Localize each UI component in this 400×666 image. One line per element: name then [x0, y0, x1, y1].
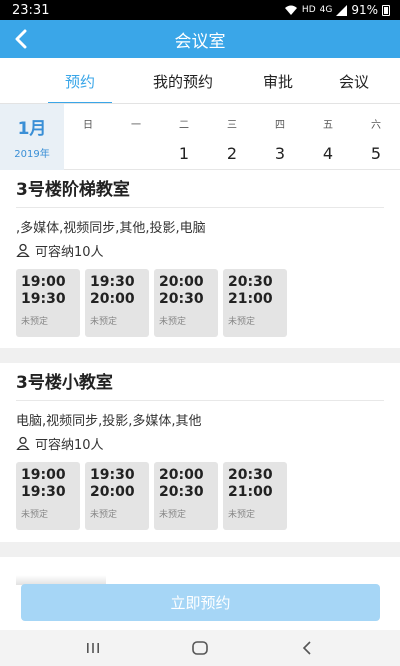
tab-booking[interactable]: 预约 — [48, 58, 112, 103]
home-icon — [192, 641, 208, 655]
tab-bar: 预约 我的预约 审批 会议 — [0, 58, 400, 104]
person-icon — [16, 436, 30, 450]
time-slot[interactable]: 20:00 20:30 未预定 — [154, 462, 218, 530]
wifi-icon — [284, 5, 297, 15]
system-nav-bar — [0, 630, 400, 666]
time-slot[interactable]: 20:30 21:00 未预定 — [223, 269, 287, 337]
room-capacity: 可容纳10人 — [16, 434, 384, 453]
room-card: 3号楼阶梯教室 ,多媒体,视频同步,其他,投影,电脑 可容纳10人 19:00 1… — [0, 170, 400, 348]
person-icon — [16, 243, 30, 257]
week-days: 日 一 二1 三2 四3 五4 六5 — [64, 104, 400, 169]
chevron-left-icon — [302, 641, 311, 655]
recent-apps-button[interactable] — [73, 633, 113, 663]
back-nav-button[interactable] — [287, 633, 327, 663]
tab-meetings[interactable]: 会议 — [339, 58, 400, 103]
time-slot[interactable]: 19:00 19:30 未预定 — [16, 269, 80, 337]
day-cell[interactable]: 一 — [112, 104, 160, 169]
time-slots: 19:00 19:30 未预定 19:30 20:00 未预定 20:00 20:30 未预… — [16, 269, 384, 337]
app-bar: 会议室 — [0, 20, 400, 58]
day-cell[interactable]: 三2 — [208, 104, 256, 169]
room-name: 3号楼小教室 — [16, 363, 384, 401]
day-cell[interactable]: 四3 — [256, 104, 304, 169]
book-now-button[interactable]: 立即预约 — [21, 584, 380, 621]
back-button[interactable] — [6, 24, 36, 54]
home-button[interactable] — [180, 633, 220, 663]
chevron-left-icon — [15, 29, 27, 49]
time-slot[interactable]: 20:00 20:30 未预定 — [154, 269, 218, 337]
page-title: 会议室 — [174, 31, 226, 52]
day-cell[interactable]: 日 — [64, 104, 112, 169]
room-capacity: 可容纳10人 — [16, 241, 384, 260]
room-facilities: 电脑,视频同步,投影,多媒体,其他 — [16, 414, 202, 429]
battery-percent: 91% — [351, 3, 378, 17]
time-slot[interactable]: 19:30 20:00 未预定 — [85, 269, 149, 337]
time-slots: 19:00 19:30 未预定 19:30 20:00 未预定 20:00 20:30 未预… — [16, 462, 384, 530]
day-cell[interactable]: 六5 — [352, 104, 400, 169]
status-bar: 23:31 HD 4G 91% — [0, 0, 400, 20]
room-name: 3号楼阶梯教室 — [16, 170, 384, 208]
recent-apps-icon — [87, 643, 100, 653]
signal-icon — [336, 4, 348, 16]
battery-icon — [382, 4, 390, 16]
network-hd-label: HD — [301, 5, 316, 15]
room-facilities: ,多媒体,视频同步,其他,投影,电脑 — [16, 221, 206, 236]
date-picker: 1月 2019年 日 一 二1 三2 四3 五4 六5 — [0, 104, 400, 170]
month-selector[interactable]: 1月 2019年 — [0, 104, 64, 170]
year-label: 2019年 — [14, 149, 50, 160]
status-icons: HD 4G 91% — [284, 3, 390, 17]
tab-my-bookings[interactable]: 我的预约 — [127, 58, 239, 103]
time-slot[interactable]: 19:30 20:00 未预定 — [85, 462, 149, 530]
tab-approval[interactable]: 审批 — [247, 58, 309, 103]
day-cell[interactable]: 五4 — [304, 104, 352, 169]
network-4g-label: 4G — [319, 5, 333, 15]
month-label: 1月 — [17, 119, 47, 139]
day-cell[interactable]: 二1 — [160, 104, 208, 169]
time-slot[interactable]: 19:00 19:30 未预定 — [16, 462, 80, 530]
time-slot[interactable]: 20:30 21:00 未预定 — [223, 462, 287, 530]
room-card: 3号楼小教室 电脑,视频同步,投影,多媒体,其他 可容纳10人 19:00 19:… — [0, 363, 400, 542]
status-time: 23:31 — [12, 2, 50, 18]
